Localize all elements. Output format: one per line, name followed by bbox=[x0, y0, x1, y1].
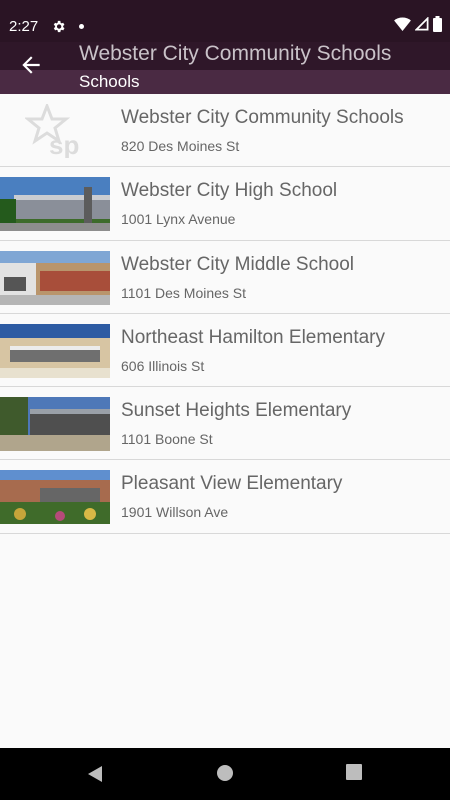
school-name: Northeast Hamilton Elementary bbox=[121, 326, 385, 348]
notification-dot-icon bbox=[79, 24, 84, 29]
school-list-item[interactable]: Northeast Hamilton Elementary 606 Illino… bbox=[0, 314, 450, 388]
arrow-left-icon bbox=[18, 56, 44, 82]
recents-square-icon[interactable] bbox=[346, 764, 366, 784]
school-address: 1101 Des Moines St bbox=[121, 284, 247, 301]
signal-icon bbox=[414, 15, 429, 36]
school-address: 606 Illinois St bbox=[121, 357, 205, 374]
home-circle-icon[interactable] bbox=[216, 764, 236, 784]
school-address: 820 Des Moines St bbox=[121, 138, 240, 154]
gear-icon bbox=[51, 19, 66, 34]
system-nav-bar bbox=[0, 748, 450, 800]
back-button[interactable] bbox=[18, 52, 44, 78]
page-title: Webster City Community Schools bbox=[79, 42, 392, 65]
svg-text:sp: sp bbox=[49, 130, 79, 158]
school-photo bbox=[0, 177, 110, 232]
school-name: Webster City High School bbox=[121, 180, 338, 202]
school-name: Sunset Heights Elementary bbox=[121, 400, 352, 422]
school-list-item[interactable]: Pleasant View Elementary 1901 Willson Av… bbox=[0, 460, 450, 534]
status-bar: 2:27 bbox=[0, 0, 450, 42]
back-triangle-icon[interactable] bbox=[86, 764, 106, 784]
app-bar: Webster City Community Schools Schools bbox=[0, 42, 450, 94]
school-name: Webster City Community Schools bbox=[121, 107, 404, 128]
school-photo bbox=[0, 250, 110, 305]
sp-logo: sp bbox=[0, 104, 110, 158]
school-address: 1101 Boone St bbox=[121, 431, 213, 448]
school-list: sp Webster City Community Schools 820 De… bbox=[0, 94, 450, 748]
school-photo bbox=[0, 470, 110, 525]
school-name: Webster City Middle School bbox=[121, 253, 355, 275]
status-icons bbox=[394, 15, 442, 37]
school-list-item[interactable]: sp Webster City Community Schools 820 De… bbox=[0, 94, 450, 168]
battery-icon bbox=[433, 15, 442, 37]
subtitle-bar bbox=[0, 70, 450, 94]
school-list-item[interactable]: Webster City Middle School 1101 Des Moin… bbox=[0, 241, 450, 314]
school-address: 1001 Lynx Avenue bbox=[121, 211, 236, 228]
status-time: 2:27 bbox=[9, 18, 39, 35]
school-address: 1901 Willson Ave bbox=[121, 504, 229, 521]
page-subtitle: Schools bbox=[79, 72, 140, 91]
school-photo bbox=[0, 323, 110, 378]
school-list-item[interactable]: Webster City High School 1001 Lynx Avenu… bbox=[0, 167, 450, 241]
school-name: Pleasant View Elementary bbox=[121, 473, 343, 495]
school-photo bbox=[0, 397, 110, 452]
wifi-icon bbox=[394, 17, 411, 36]
school-list-item[interactable]: Sunset Heights Elementary 1101 Boone St bbox=[0, 387, 450, 461]
